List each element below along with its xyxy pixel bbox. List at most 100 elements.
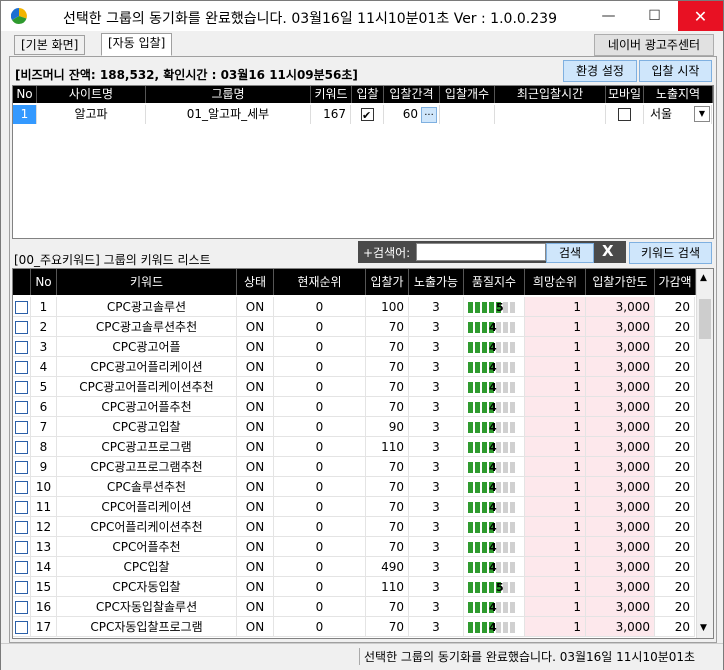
keyword-name[interactable]: CPC자동입찰 <box>57 577 237 597</box>
keyword-row[interactable]: 2 CPC광고솔루션추천 ON 0 70 3 4 1 3,000 20 <box>13 317 695 337</box>
scroll-down-icon[interactable]: ▼ <box>700 623 707 633</box>
row-checkbox[interactable] <box>15 461 28 474</box>
row-no[interactable]: 7 <box>31 417 57 437</box>
row-checkbox[interactable] <box>15 321 28 334</box>
row-checkbox[interactable] <box>15 441 28 454</box>
row-checkbox[interactable] <box>15 541 28 554</box>
row-checkbox[interactable] <box>15 341 28 354</box>
settings-button[interactable]: 환경 설정 <box>563 60 637 82</box>
keyword-row[interactable]: 13 CPC어플추천 ON 0 70 3 4 1 3,000 20 <box>13 537 695 557</box>
col-header[interactable]: 품질지수 <box>464 269 525 295</box>
region-select[interactable]: 서울 ▼ <box>644 105 712 124</box>
row-no[interactable]: 15 <box>31 577 57 597</box>
row-checkbox[interactable] <box>15 581 28 594</box>
row-no[interactable]: 12 <box>31 517 57 537</box>
row-no[interactable]: 17 <box>31 617 57 637</box>
col-header[interactable]: 그룹명 <box>146 86 311 103</box>
interval-edit-button[interactable]: ... <box>421 107 437 123</box>
keyword-row[interactable]: 3 CPC광고어플 ON 0 70 3 4 1 3,000 20 <box>13 337 695 357</box>
row-checkbox[interactable] <box>15 601 28 614</box>
row-checkbox[interactable] <box>15 361 28 374</box>
clear-search-button[interactable]: X <box>602 242 614 260</box>
col-header[interactable]: 노출지역 <box>644 86 713 103</box>
keyword-row[interactable]: 6 CPC광고어플추천 ON 0 70 3 4 1 3,000 20 <box>13 397 695 417</box>
col-header[interactable]: 희망순위 <box>525 269 586 295</box>
col-header[interactable]: 상태 <box>237 269 274 295</box>
site-row-no[interactable]: 1 <box>13 105 37 124</box>
row-checkbox-cell[interactable] <box>13 617 31 637</box>
keyword-name[interactable]: CPC어플리케이션추천 <box>57 517 237 537</box>
site-name[interactable]: 알고파 <box>37 105 146 124</box>
row-checkbox[interactable] <box>15 481 28 494</box>
row-no[interactable]: 5 <box>31 377 57 397</box>
scroll-up-icon[interactable]: ▲ <box>700 273 707 283</box>
col-header[interactable]: 최근입찰시간 <box>495 86 606 103</box>
keyword-row[interactable]: 16 CPC자동입찰솔루션 ON 0 70 3 4 1 3,000 20 <box>13 597 695 617</box>
row-checkbox-cell[interactable] <box>13 517 31 537</box>
keyword-name[interactable]: CPC광고솔루션추천 <box>57 317 237 337</box>
row-checkbox-cell[interactable] <box>13 477 31 497</box>
row-no[interactable]: 14 <box>31 557 57 577</box>
keyword-row[interactable]: 1 CPC광고솔루션 ON 0 100 3 5 1 3,000 20 <box>13 297 695 317</box>
keyword-name[interactable]: CPC자동입찰솔루션 <box>57 597 237 617</box>
row-checkbox-cell[interactable] <box>13 357 31 377</box>
keyword-row[interactable]: 4 CPC광고어플리케이션 ON 0 70 3 4 1 3,000 20 <box>13 357 695 377</box>
row-no[interactable]: 11 <box>31 497 57 517</box>
keyword-row[interactable]: 10 CPC솔루션추천 ON 0 70 3 4 1 3,000 20 <box>13 477 695 497</box>
col-header[interactable]: 키워드 <box>311 86 352 103</box>
row-no[interactable]: 4 <box>31 357 57 377</box>
scroll-thumb[interactable] <box>699 299 711 339</box>
col-header[interactable]: 입찰간격 <box>384 86 440 103</box>
row-checkbox-cell[interactable] <box>13 417 31 437</box>
keyword-name[interactable]: CPC광고어플추천 <box>57 397 237 417</box>
keyword-row[interactable]: 8 CPC광고프로그램 ON 0 110 3 4 1 3,000 20 <box>13 437 695 457</box>
row-no[interactable]: 13 <box>31 537 57 557</box>
keyword-name[interactable]: CPC광고어플리케이션 <box>57 357 237 377</box>
title-bar[interactable]: 선택한 그룹의 동기화를 완료했습니다. 03월16일 11시10분01초 Ve… <box>1 1 723 31</box>
keyword-name[interactable]: CPC솔루션추천 <box>57 477 237 497</box>
row-checkbox[interactable] <box>15 421 28 434</box>
keyword-row[interactable]: 15 CPC자동입찰 ON 0 110 3 5 1 3,000 20 <box>13 577 695 597</box>
row-no[interactable]: 6 <box>31 397 57 417</box>
row-checkbox[interactable] <box>15 401 28 414</box>
row-checkbox-cell[interactable] <box>13 457 31 477</box>
col-header[interactable]: 노출가능 <box>409 269 464 295</box>
search-input[interactable] <box>416 243 546 261</box>
row-checkbox-cell[interactable] <box>13 577 31 597</box>
col-header[interactable]: 가감액 <box>655 269 696 295</box>
keyword-row[interactable]: 12 CPC어플리케이션추천 ON 0 70 3 4 1 3,000 20 <box>13 517 695 537</box>
keyword-name[interactable]: CPC광고프로그램 <box>57 437 237 457</box>
col-header[interactable]: No <box>13 86 37 103</box>
row-no[interactable]: 8 <box>31 437 57 457</box>
row-no[interactable]: 3 <box>31 337 57 357</box>
mobile-checkbox-cell[interactable] <box>606 105 644 124</box>
row-checkbox-cell[interactable] <box>13 297 31 317</box>
row-checkbox[interactable] <box>15 301 28 314</box>
keyword-name[interactable]: CPC광고입찰 <box>57 417 237 437</box>
col-header[interactable]: 키워드 <box>57 269 237 295</box>
row-checkbox-cell[interactable] <box>13 437 31 457</box>
row-checkbox-cell[interactable] <box>13 317 31 337</box>
chevron-down-icon[interactable]: ▼ <box>694 106 710 122</box>
bid-checkbox[interactable] <box>361 106 374 124</box>
row-checkbox[interactable] <box>15 561 28 574</box>
keyword-name[interactable]: CPC광고어플리케이션추천 <box>57 377 237 397</box>
keyword-row[interactable]: 5 CPC광고어플리케이션추천 ON 0 70 3 4 1 3,000 20 <box>13 377 695 397</box>
row-checkbox-cell[interactable] <box>13 597 31 617</box>
row-checkbox[interactable] <box>15 501 28 514</box>
keyword-name[interactable]: CPC광고솔루션 <box>57 297 237 317</box>
tab-auto-bid[interactable]: [자동 입찰] <box>101 33 173 56</box>
col-header[interactable]: 현재순위 <box>274 269 366 295</box>
tab-main[interactable]: [기본 화면] <box>14 35 86 55</box>
row-checkbox-cell[interactable] <box>13 337 31 357</box>
naver-ad-center-button[interactable]: 네이버 광고주센터 <box>594 34 714 56</box>
keyword-row[interactable]: 9 CPC광고프로그램추천 ON 0 70 3 4 1 3,000 20 <box>13 457 695 477</box>
keyword-name[interactable]: CPC자동입찰프로그램 <box>57 617 237 637</box>
col-header[interactable]: 입찰개수 <box>440 86 495 103</box>
row-no[interactable]: 10 <box>31 477 57 497</box>
row-no[interactable]: 1 <box>31 297 57 317</box>
col-header[interactable]: 입찰 <box>352 86 384 103</box>
col-header[interactable]: No <box>31 269 57 295</box>
keyword-name[interactable]: CPC광고어플 <box>57 337 237 357</box>
col-header[interactable]: 모바일 <box>606 86 644 103</box>
